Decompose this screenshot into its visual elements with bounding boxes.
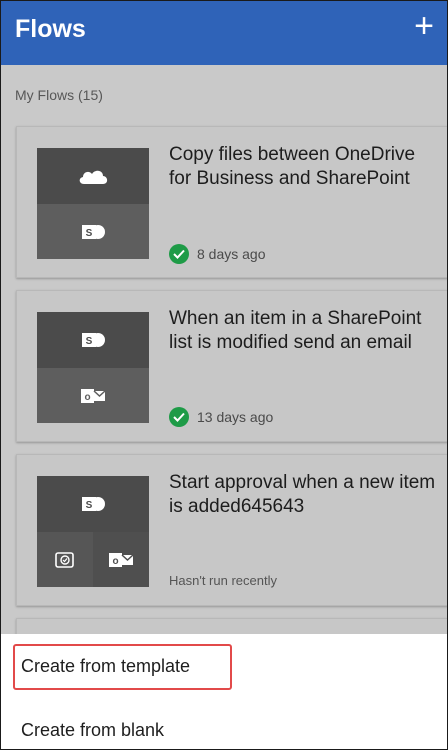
success-check-icon <box>169 244 189 264</box>
flow-title: Copy files between OneDrive for Business… <box>169 144 416 189</box>
flow-connector-tile: S <box>37 148 149 259</box>
app-frame: Flows + My Flows (15) S Copy files betwe… <box>0 0 448 750</box>
flow-title: When an item in a SharePoint list is mod… <box>169 308 422 353</box>
flow-status-text: 13 days ago <box>197 409 274 425</box>
sharepoint-icon: S <box>37 204 149 259</box>
create-from-template-option[interactable]: Create from template <box>21 656 190 677</box>
flow-title: Start approval when a new item is added6… <box>169 472 436 517</box>
sharepoint-icon: S <box>37 476 149 532</box>
my-flows-label: My Flows (15) <box>15 87 103 103</box>
outlook-icon: o <box>37 368 149 423</box>
flow-status-text: Hasn't run recently <box>169 573 277 588</box>
create-menu-sheet: Create from template Create from blank <box>1 634 447 749</box>
success-check-icon <box>169 407 189 427</box>
flow-status: 8 days ago <box>169 244 266 264</box>
flow-card[interactable]: S o Start approval when a new item is ad… <box>16 454 447 606</box>
svg-text:o: o <box>84 392 90 403</box>
flow-status-text: 8 days ago <box>197 246 266 262</box>
flow-connector-tile: S o <box>37 476 149 587</box>
page-title: Flows <box>15 15 86 43</box>
svg-text:S: S <box>86 336 93 347</box>
flow-card[interactable]: S o When an item in a SharePoint list is… <box>16 290 447 442</box>
outlook-icon: o <box>93 532 149 587</box>
svg-text:S: S <box>86 500 93 511</box>
approval-icon <box>37 532 93 587</box>
create-from-blank-option[interactable]: Create from blank <box>21 720 164 741</box>
flow-status: 13 days ago <box>169 407 273 427</box>
svg-text:o: o <box>112 556 118 567</box>
add-flow-button[interactable]: + <box>407 9 441 43</box>
flow-card[interactable]: S Copy files between OneDrive for Busine… <box>16 126 447 278</box>
svg-text:S: S <box>86 228 93 239</box>
flow-connector-tile: S o <box>37 312 149 423</box>
onedrive-icon <box>37 148 149 204</box>
sharepoint-icon: S <box>37 312 149 368</box>
flow-status: Hasn't run recently <box>169 573 277 588</box>
app-header: Flows + <box>1 1 447 65</box>
